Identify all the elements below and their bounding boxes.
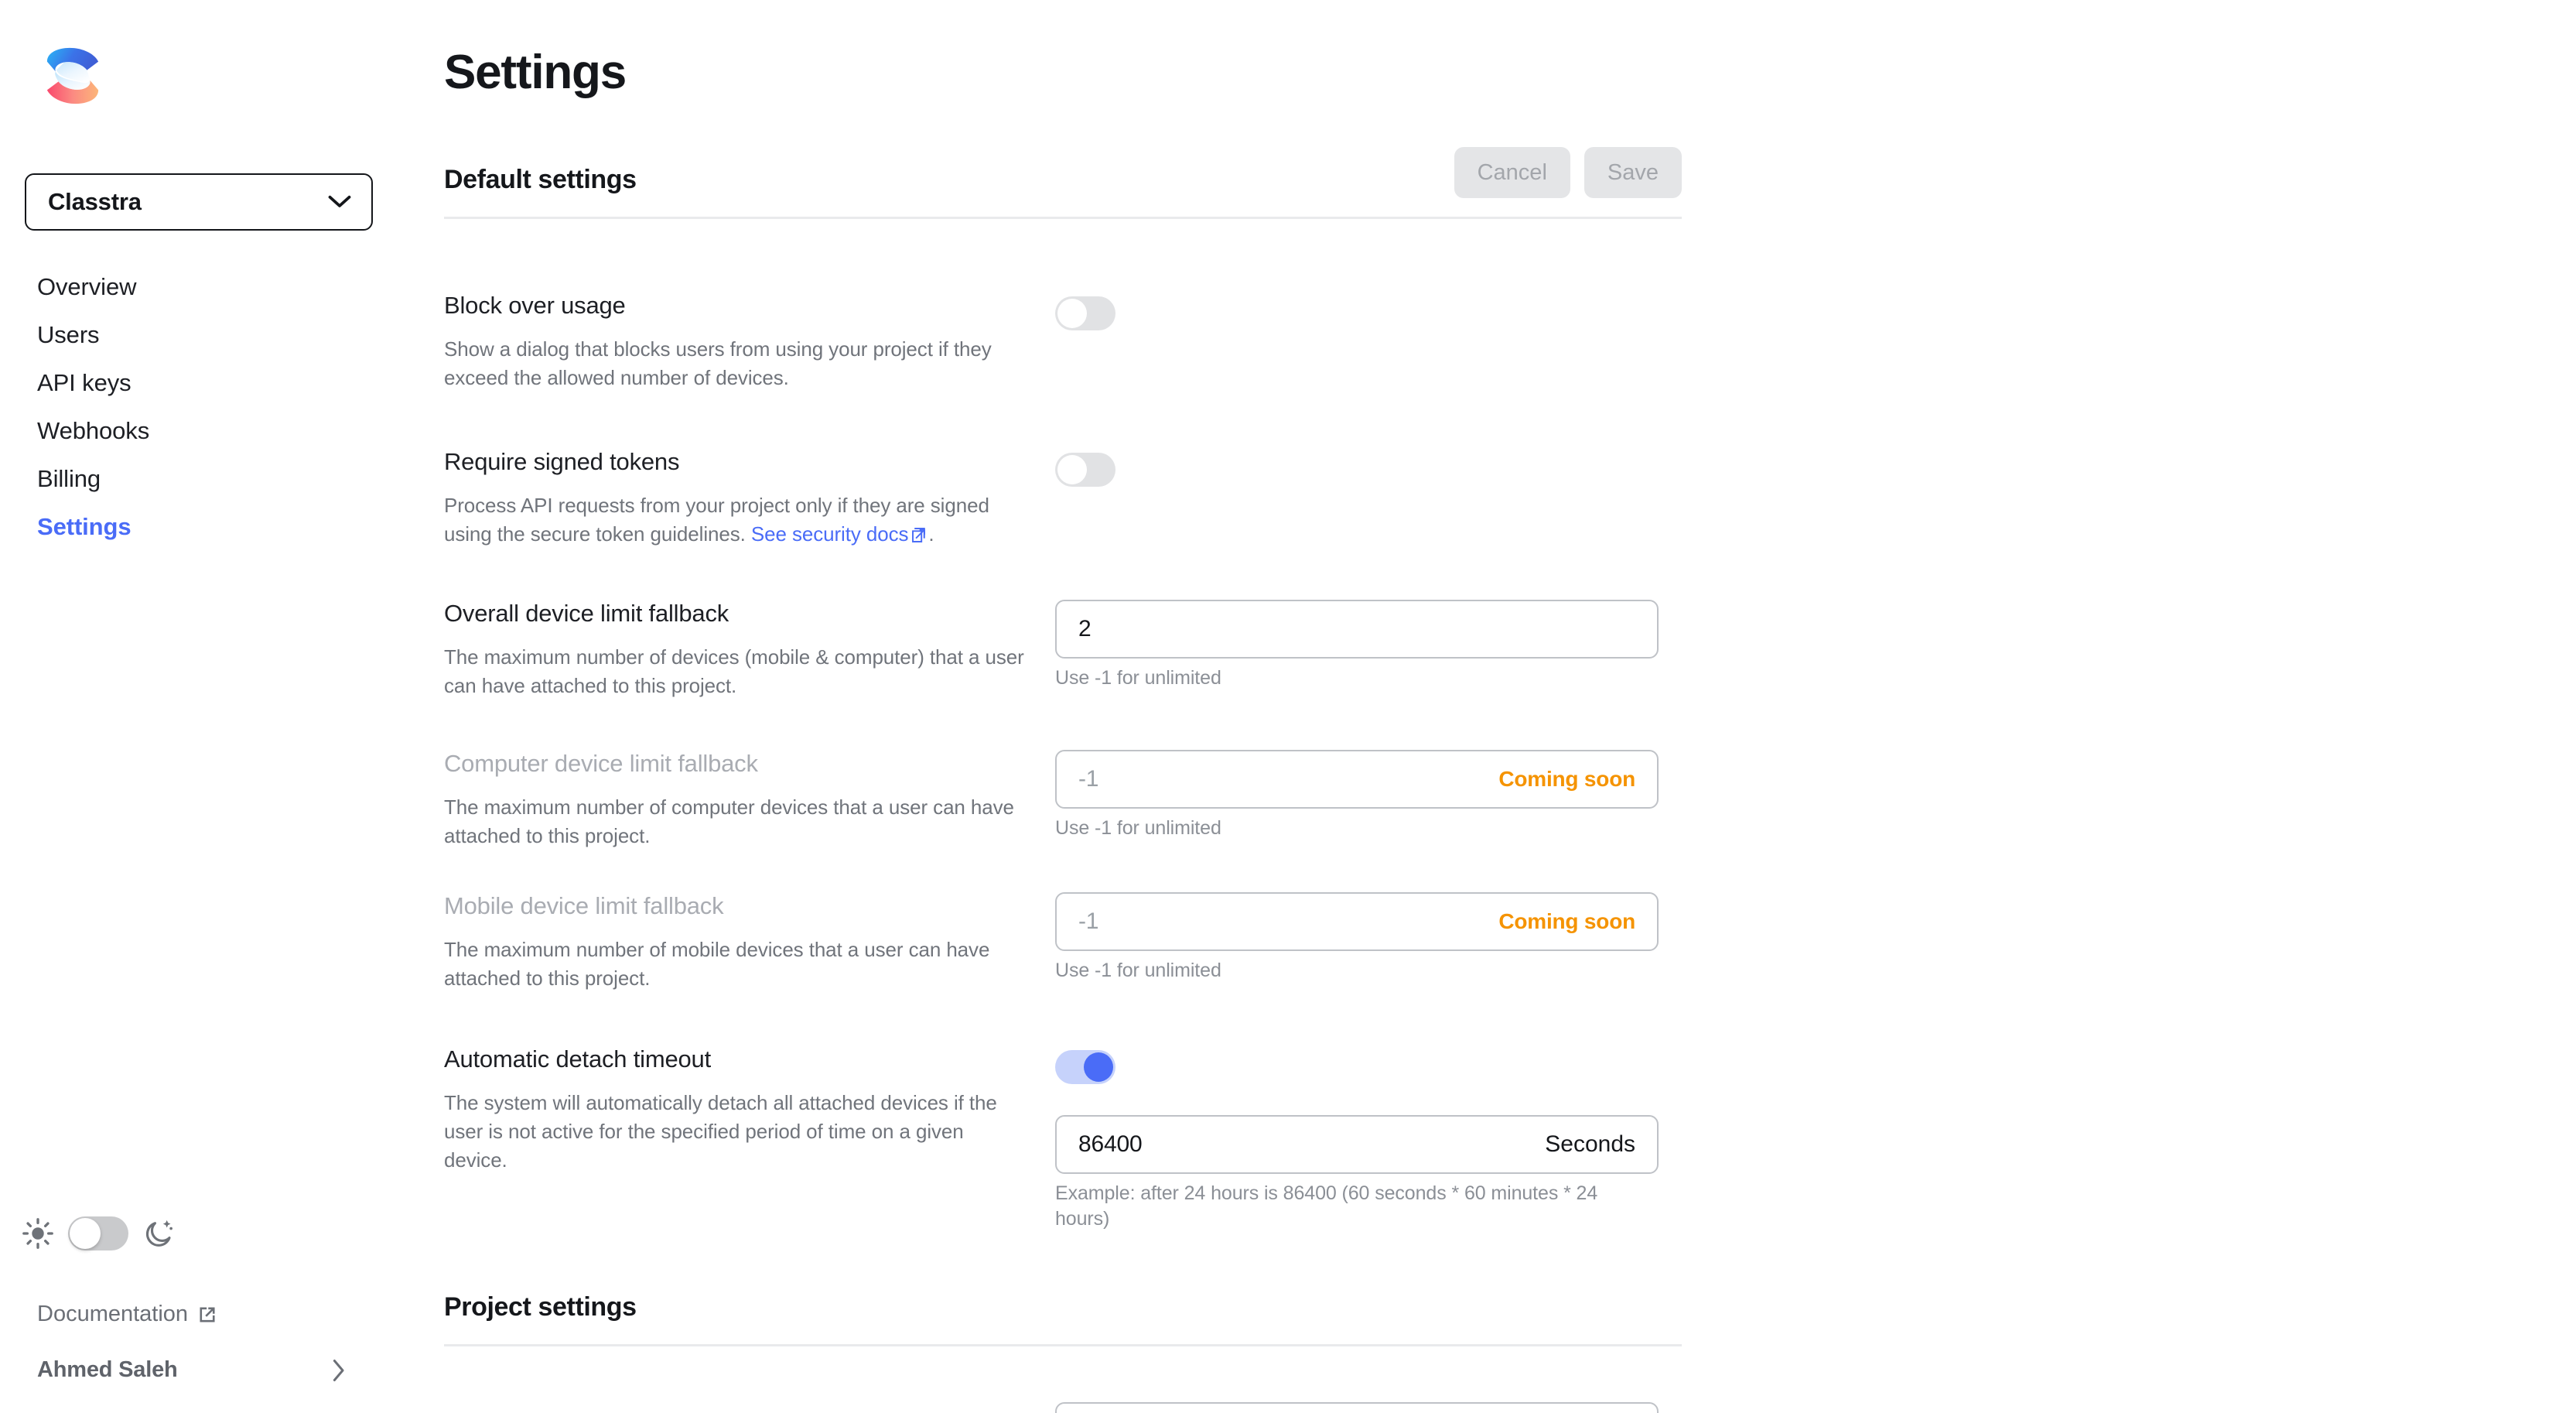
theme-switch[interactable]	[68, 1216, 128, 1250]
input-value: -1	[1078, 908, 1098, 935]
chevron-down-icon	[328, 195, 351, 209]
setting-text: Automatic detach timeout The system will…	[444, 1045, 1055, 1232]
sidebar-item-api-keys[interactable]: API keys	[0, 359, 402, 407]
main-content: Settings Default settings Cancel Save Bl…	[402, 0, 2576, 1413]
section-header: Default settings Cancel Save	[444, 147, 1682, 219]
external-link-icon	[911, 526, 928, 543]
setting-text: Computer device limit fallback The maxim…	[444, 750, 1055, 850]
block-over-usage-toggle[interactable]	[1055, 296, 1115, 330]
setting-label: Mobile device limit fallback	[444, 892, 1024, 920]
setting-description: Show a dialog that blocks users from usi…	[444, 335, 1024, 392]
project-selector[interactable]: Classtra	[25, 173, 373, 231]
setting-description: The system will automatically detach all…	[444, 1089, 1024, 1175]
setting-row-block-over-usage: Block over usage Show a dialog that bloc…	[444, 292, 1682, 392]
setting-control	[1055, 292, 1682, 392]
description-text-end: .	[928, 522, 934, 546]
input-hint: Use -1 for unlimited	[1055, 816, 1643, 841]
page-title: Settings	[444, 45, 626, 100]
toggle-knob	[1057, 455, 1087, 484]
setting-description: The maximum number of devices (mobile & …	[444, 643, 1024, 700]
setting-row-automatic-detach-timeout: Automatic detach timeout The system will…	[444, 1045, 1682, 1232]
input-hint: Use -1 for unlimited	[1055, 958, 1643, 984]
moon-icon	[142, 1217, 175, 1250]
setting-description: Process API requests from your project o…	[444, 491, 1024, 549]
input-hint: Example: after 24 hours is 86400 (60 sec…	[1055, 1181, 1643, 1232]
detach-timeout-input[interactable]: 86400 Seconds	[1055, 1115, 1659, 1174]
setting-description: The maximum number of mobile devices tha…	[444, 936, 1024, 993]
sidebar-item-webhooks[interactable]: Webhooks	[0, 407, 402, 455]
classtra-logo	[37, 40, 108, 111]
section-project-settings: Project settings Project name Classtra	[444, 1292, 1682, 1346]
section-title: Default settings	[444, 165, 637, 198]
section-default-settings: Default settings Cancel Save Block over …	[444, 147, 1682, 219]
setting-description: The maximum number of computer devices t…	[444, 793, 1024, 850]
setting-control: -1 Coming soon Use -1 for unlimited	[1055, 892, 1682, 993]
sidebar: Classtra Overview Users API keys Webhook…	[0, 0, 402, 1413]
input-value: -1	[1078, 766, 1098, 792]
setting-row-mobile-device-limit: Mobile device limit fallback The maximum…	[444, 892, 1682, 993]
external-link-icon	[197, 1305, 217, 1325]
setting-control: 2 Use -1 for unlimited	[1055, 600, 1682, 700]
cancel-button[interactable]: Cancel	[1454, 147, 1570, 198]
toggle-knob	[1057, 299, 1087, 328]
setting-label: Computer device limit fallback	[444, 750, 1024, 778]
setting-row-require-signed-tokens: Require signed tokens Process API reques…	[444, 448, 1682, 549]
section-header: Project settings	[444, 1292, 1682, 1346]
setting-row-overall-device-limit: Overall device limit fallback The maximu…	[444, 600, 1682, 700]
setting-label: Overall device limit fallback	[444, 600, 1024, 628]
sidebar-item-users[interactable]: Users	[0, 311, 402, 359]
section-title: Project settings	[444, 1292, 637, 1326]
project-selector-value: Classtra	[48, 188, 142, 216]
input-hint: Use -1 for unlimited	[1055, 665, 1643, 691]
coming-soon-badge: Coming soon	[1498, 767, 1635, 792]
setting-text: Require signed tokens Process API reques…	[444, 448, 1055, 549]
input-value: 86400	[1078, 1131, 1142, 1158]
overall-device-limit-input[interactable]: 2	[1055, 600, 1659, 659]
input-unit: Seconds	[1545, 1131, 1635, 1158]
user-menu[interactable]: Ahmed Saleh	[37, 1357, 347, 1383]
setting-control: 86400 Seconds Example: after 24 hours is…	[1055, 1045, 1682, 1232]
automatic-detach-timeout-toggle[interactable]	[1055, 1050, 1115, 1084]
setting-control: -1 Coming soon Use -1 for unlimited	[1055, 750, 1682, 850]
logo-icon	[37, 40, 108, 111]
require-signed-tokens-toggle[interactable]	[1055, 453, 1115, 487]
setting-label: Block over usage	[444, 292, 1024, 320]
input-value: 2	[1078, 616, 1092, 642]
section-actions: Cancel Save	[1454, 147, 1682, 198]
setting-text: Overall device limit fallback The maximu…	[444, 600, 1055, 700]
computer-device-limit-input: -1 Coming soon	[1055, 750, 1659, 809]
coming-soon-badge: Coming soon	[1498, 909, 1635, 934]
documentation-label: Documentation	[37, 1302, 188, 1327]
sidebar-item-settings[interactable]: Settings	[0, 503, 402, 551]
sidebar-item-billing[interactable]: Billing	[0, 455, 402, 503]
toggle-knob	[1084, 1052, 1113, 1082]
setting-row-computer-device-limit: Computer device limit fallback The maxim…	[444, 750, 1682, 850]
sun-icon	[22, 1217, 54, 1250]
mobile-device-limit-input: -1 Coming soon	[1055, 892, 1659, 951]
setting-text: Mobile device limit fallback The maximum…	[444, 892, 1055, 993]
sidebar-nav: Overview Users API keys Webhooks Billing…	[0, 263, 402, 551]
app-root: Classtra Overview Users API keys Webhook…	[0, 0, 2576, 1413]
sidebar-item-overview[interactable]: Overview	[0, 263, 402, 311]
project-name-input[interactable]: Classtra	[1055, 1402, 1659, 1413]
setting-control	[1055, 448, 1682, 549]
setting-label: Automatic detach timeout	[444, 1045, 1024, 1073]
setting-label: Require signed tokens	[444, 448, 1024, 476]
chevron-right-icon	[331, 1359, 347, 1382]
setting-text: Block over usage Show a dialog that bloc…	[444, 292, 1055, 392]
save-button[interactable]: Save	[1584, 147, 1682, 198]
theme-switch-knob	[70, 1218, 101, 1249]
theme-toggle-row	[22, 1216, 175, 1250]
security-docs-link[interactable]: See security docs	[751, 522, 929, 546]
security-docs-label: See security docs	[751, 522, 909, 546]
user-name: Ahmed Saleh	[37, 1357, 178, 1383]
documentation-link[interactable]: Documentation	[37, 1302, 217, 1327]
